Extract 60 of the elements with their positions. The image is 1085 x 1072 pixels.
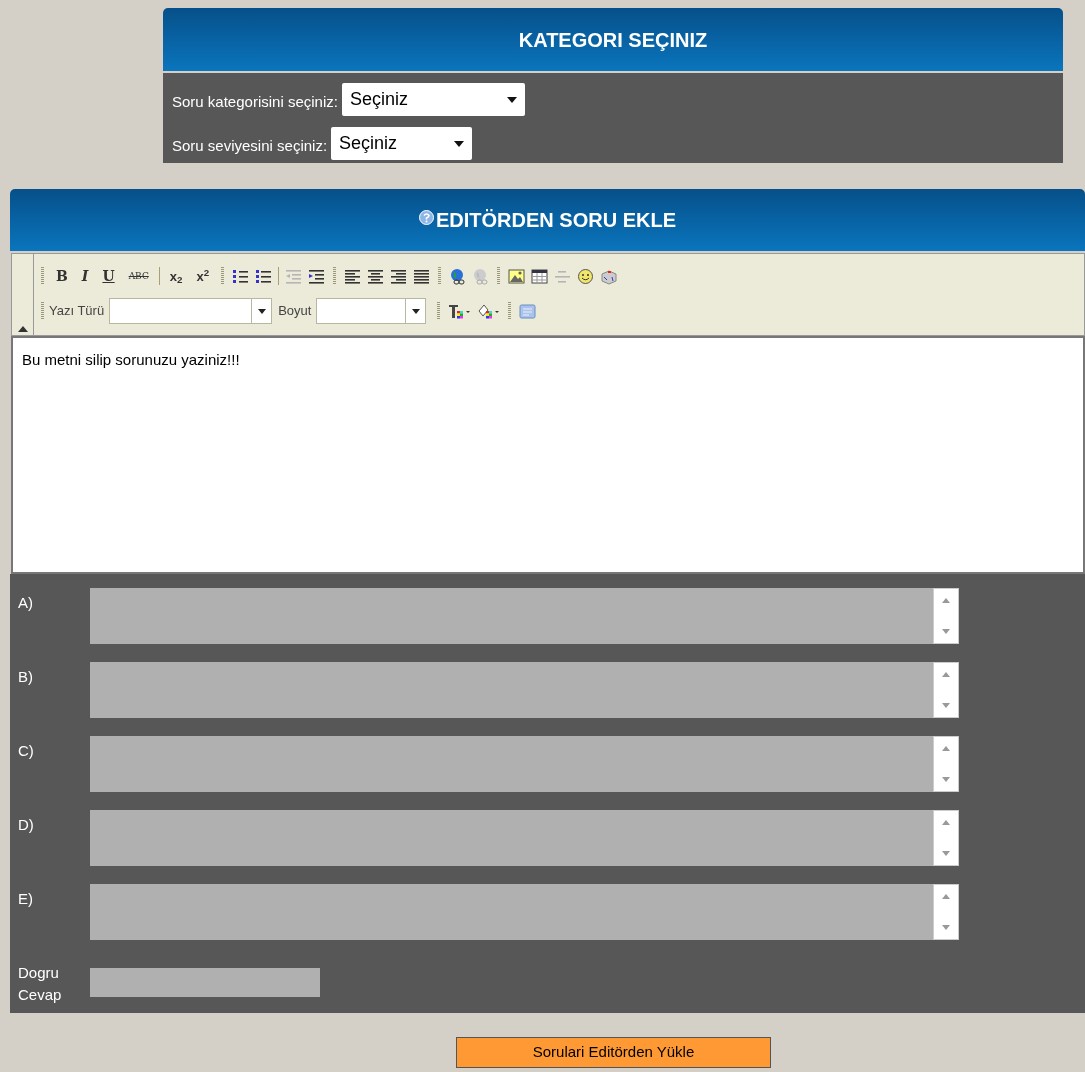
field-label: Soru kategorisini seçiniz: — [172, 92, 338, 113]
toolbar-grip — [333, 267, 337, 285]
format-button[interactable]: B — [49, 265, 75, 287]
editor-content[interactable]: Bu metni silip sorunuzu yaziniz!!! — [11, 336, 1085, 574]
dropdown[interactable]: Seçiniz — [341, 83, 525, 116]
answer-label: C) — [18, 741, 35, 761]
scroll-up-icon[interactable] — [942, 672, 950, 677]
scroll-up-icon[interactable] — [942, 894, 950, 899]
answer-field[interactable] — [90, 588, 959, 644]
select-label: Boyut — [278, 302, 312, 321]
collapse-icon[interactable] — [17, 326, 28, 332]
scrollbar[interactable] — [933, 588, 959, 644]
scroll-down-icon[interactable] — [942, 925, 950, 930]
toolbar-grip — [508, 302, 512, 320]
select-label: Yazı Türü — [49, 302, 105, 321]
scrollbar[interactable] — [933, 810, 959, 866]
answer-label: E) — [18, 889, 34, 909]
help-icon — [419, 209, 434, 225]
dropdown[interactable] — [109, 298, 273, 324]
scroll-down-icon[interactable] — [942, 851, 950, 856]
submit-button[interactable]: Sorulari Editörden Yükle — [456, 1037, 771, 1068]
caret-icon — [411, 308, 420, 314]
answer-label: D) — [18, 815, 35, 835]
toolbar-grip — [438, 267, 442, 285]
section-title: EDITÖRDEN SORU EKLE — [436, 208, 676, 233]
caret-icon — [506, 96, 517, 103]
scroll-down-icon[interactable] — [942, 629, 950, 634]
answer-field[interactable] — [90, 736, 959, 792]
scroll-up-icon[interactable] — [942, 820, 950, 825]
toolbar-grip — [497, 267, 501, 285]
scrollbar[interactable] — [933, 884, 959, 940]
field-label: Soru seviyesini seçiniz: — [172, 136, 328, 157]
toolbar-grip — [437, 302, 441, 320]
correct-answer-label: Cevap — [18, 985, 63, 1005]
format-button[interactable]: ABC — [121, 265, 156, 287]
format-button[interactable]: U — [95, 265, 122, 287]
correct-answer-field[interactable] — [90, 968, 320, 997]
dropdown[interactable]: Seçiniz — [331, 127, 473, 160]
toolbar-grip — [221, 267, 225, 285]
scroll-down-icon[interactable] — [942, 703, 950, 708]
answer-label: B) — [18, 667, 34, 687]
format-button[interactable]: x$^{2}$ — [189, 265, 217, 287]
scrollbar[interactable] — [933, 736, 959, 792]
section-title: KATEGORI SEÇINIZ — [518, 27, 708, 53]
answer-label: A) — [18, 593, 34, 613]
answer-field[interactable] — [90, 662, 959, 718]
toolbar-grip — [41, 267, 44, 285]
scroll-down-icon[interactable] — [942, 777, 950, 782]
caret-icon — [454, 140, 465, 147]
scroll-up-icon[interactable] — [942, 746, 950, 751]
caret-icon — [257, 308, 266, 314]
correct-answer-label: Dogru — [18, 963, 60, 983]
scroll-up-icon[interactable] — [942, 598, 950, 603]
toolbar-grip — [41, 302, 44, 320]
answer-field[interactable] — [90, 884, 959, 940]
format-button[interactable]: I — [74, 265, 96, 287]
answer-field[interactable] — [90, 810, 959, 866]
scrollbar[interactable] — [933, 662, 959, 718]
format-button[interactable]: x$_{2}$ — [162, 265, 190, 287]
dropdown[interactable] — [316, 298, 427, 324]
